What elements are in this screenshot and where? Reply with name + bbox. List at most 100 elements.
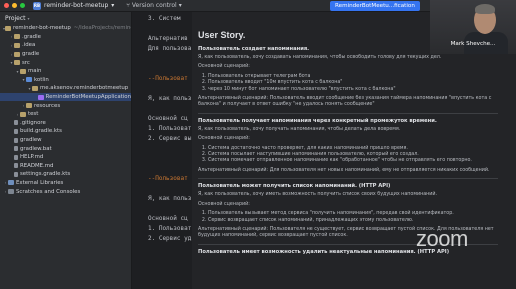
file-icon	[14, 120, 18, 126]
tree-item[interactable]: › .gradle	[0, 33, 131, 42]
webcam-video: Mark Shevche...	[430, 0, 516, 54]
preview-document: User Story. Пользователь создает напомин…	[198, 30, 498, 258]
tree-item[interactable]: gradlew	[0, 136, 131, 145]
tree-item[interactable]: ▾ main	[0, 67, 131, 76]
folder-icon	[20, 68, 26, 74]
tree-item[interactable]: › Scratches and Consoles	[0, 187, 131, 196]
paragraph: Основной сценарий:	[198, 64, 250, 70]
tree-item-label: src	[22, 59, 30, 66]
zoom-watermark: zoom	[416, 226, 468, 251]
chevron-down-icon: ▾	[27, 15, 30, 21]
version-control-label: Version control	[131, 2, 177, 9]
editor-gutter	[132, 12, 144, 289]
tree-item[interactable]: › resources	[0, 101, 131, 110]
tree-item-label: build.gradle.kts	[20, 128, 62, 135]
code-line: 1. Пользоват	[148, 125, 192, 132]
project-tree: ▾ reminder-bot-meetup ~/IdeaProjects/remin…	[0, 24, 131, 196]
folder-icon	[14, 51, 20, 57]
run-configuration-chip[interactable]: ReminderBotMeetu...fication	[330, 1, 420, 11]
code-line: Основной сц	[148, 115, 188, 122]
window-controls	[4, 3, 25, 8]
code-line: --Пользоват	[148, 75, 188, 82]
version-control-widget[interactable]: ⑂ Version control ▾	[126, 2, 181, 9]
code-line: Основной сц	[148, 215, 188, 222]
divider	[198, 178, 498, 180]
tree-item[interactable]: › test	[0, 110, 131, 119]
tree-item-label: reminder-bot-meetup	[13, 25, 71, 32]
tree-item-label: test	[28, 111, 39, 118]
project-panel-header[interactable]: Project ▾	[0, 12, 131, 24]
folder-icon	[26, 103, 32, 109]
tree-item[interactable]: ▾ me.aksenov.reminderbotmeetup	[0, 84, 131, 93]
project-badge: RB	[33, 1, 41, 10]
numbered-list: Пользователь вызывает метод сервиса "пол…	[208, 211, 498, 224]
project-name: reminder-bot-meetup	[44, 2, 109, 9]
tree-item-label: .gitignore	[20, 119, 46, 126]
numbered-list: Пользователь открывает телеграм ботаПоль…	[208, 74, 498, 93]
project-tool-window: Project ▾ ▾ reminder-bot-meetup ~/IdeaProj…	[0, 12, 132, 289]
tree-item[interactable]: settings.gradle.kts	[0, 170, 131, 179]
tree-item[interactable]: build.gradle.kts	[0, 127, 131, 136]
code-line: 1. Пользоват	[148, 225, 192, 232]
list-item: Система помечает отправленное напоминани…	[208, 158, 498, 164]
section-heading: Пользователь может получить список напом…	[198, 183, 391, 190]
divider	[198, 112, 498, 114]
paragraph: Я, как пользователь, хочу получать напом…	[198, 126, 401, 132]
chevron-down-icon: ▾	[111, 2, 115, 9]
tree-item-label: gradle	[22, 51, 40, 58]
code-line: 2. Сервис уд	[148, 235, 192, 242]
branch-icon: ⑂	[126, 2, 130, 9]
code-line: --Пользоват	[148, 175, 188, 182]
lib-icon	[8, 180, 14, 186]
file-icon	[14, 163, 18, 169]
tree-item[interactable]: ReminderBotMeetupApplication	[0, 92, 131, 102]
project-widget[interactable]: RB reminder-bot-meetup ▾	[33, 1, 115, 10]
maximize-window-button[interactable]	[20, 3, 25, 8]
code-line: 2. Сервис вы	[148, 135, 192, 142]
tree-item-label: README.md	[20, 162, 54, 169]
file-icon	[14, 171, 18, 177]
folder-icon	[14, 34, 20, 40]
folder-icon	[32, 85, 38, 91]
paragraph: Я, как пользователь, хочу иметь возможно…	[198, 192, 438, 198]
presenter-hair	[475, 4, 495, 14]
tree-item[interactable]: ▾ src	[0, 58, 131, 67]
tree-item[interactable]: › .idea	[0, 41, 131, 50]
minimize-window-button[interactable]	[12, 3, 17, 8]
folder-icon	[20, 111, 26, 117]
tree-item[interactable]: › gradle	[0, 50, 131, 59]
tree-item[interactable]: ▾ kotlin	[0, 76, 131, 85]
close-window-button[interactable]	[4, 3, 9, 8]
tree-item[interactable]: README.md	[0, 162, 131, 171]
file-icon	[14, 146, 18, 152]
tree-item-label: settings.gradle.kts	[20, 171, 71, 178]
tree-item[interactable]: .gitignore	[0, 119, 131, 128]
code-line: 3. Систем	[148, 15, 181, 22]
tree-item-label: main	[28, 68, 42, 75]
code-line: Я, как польз	[148, 95, 192, 102]
src-icon	[26, 77, 32, 83]
tree-item-label: resources	[34, 102, 61, 109]
tree-item-label: .idea	[22, 42, 36, 49]
project-panel-title: Project	[5, 14, 26, 22]
tree-item[interactable]: gradlew.bat	[0, 144, 131, 153]
tree-item-label: Scratches and Consoles	[16, 188, 81, 195]
paragraph: Альтернативный сценарий: Для пользовател…	[198, 167, 490, 173]
code-line: Для пользова	[148, 45, 192, 52]
participant-name: Mark Shevche...	[450, 41, 496, 47]
numbered-list: Система достаточно часто проверяет, для …	[208, 146, 498, 165]
file-icon	[14, 154, 18, 160]
folder-icon	[14, 42, 20, 48]
code-editor[interactable]: 3. Систем Альтернатив Для пользова --Пользо…	[132, 12, 192, 289]
tree-item[interactable]: ▾ reminder-bot-meetup ~/IdeaProjects/remin…	[0, 24, 131, 33]
tree-item[interactable]: HELP.md	[0, 153, 131, 162]
tree-item[interactable]: › External Libraries	[0, 179, 131, 188]
